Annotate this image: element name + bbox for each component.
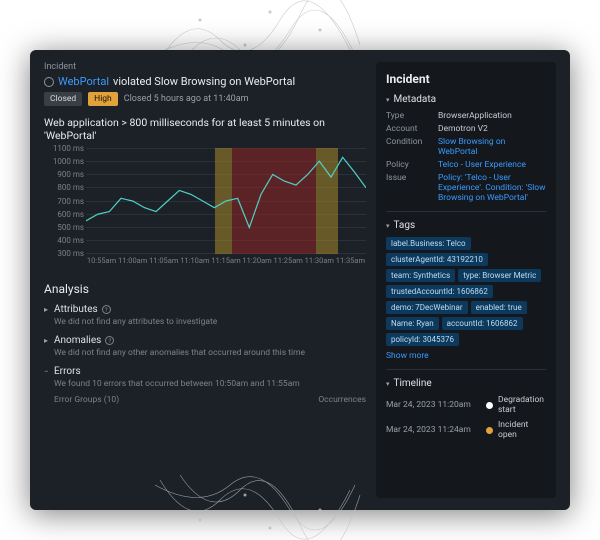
meta-key: Type [386, 111, 438, 121]
tag[interactable]: trustedAccountId: 1606862 [386, 285, 493, 298]
tag[interactable]: team: Synthetics [386, 269, 455, 282]
entity-link[interactable]: WebPortal [58, 75, 109, 88]
y-tick: 700 ms [44, 197, 84, 206]
timeline-label: Incident open [498, 420, 546, 440]
y-axis-ticks: 1100 ms 1000 ms 900 ms 800 ms 700 ms 600 ms 50… [44, 144, 84, 258]
attributes-label: Attributes [54, 304, 98, 315]
anomalies-label: Anomalies [54, 335, 101, 346]
chart-line [86, 148, 366, 254]
chevron-right-icon: ▸ [44, 336, 50, 345]
tag[interactable]: policyId: 3045376 [386, 333, 459, 346]
metadata-heading: Metadata [394, 94, 437, 105]
meta-key: Issue [386, 173, 438, 203]
meta-value: BrowserApplication [438, 111, 512, 121]
left-column: Incident WebPortal violated Slow Browsin… [44, 62, 366, 498]
help-icon[interactable]: ? [102, 305, 111, 314]
response-time-chart[interactable]: 1100 ms1000 ms900 ms800 ms700 ms600 ms50… [44, 148, 366, 268]
x-tick: 11:20am [242, 256, 273, 268]
x-tick: 11:05am [148, 256, 179, 268]
timeline-heading: Timeline [394, 378, 432, 389]
timeline-dot-icon [486, 427, 493, 434]
closed-time-text: Closed 5 hours ago at 11:40am [124, 94, 249, 104]
error-groups-col: Error Groups (10) [54, 395, 318, 405]
minus-icon: − [44, 367, 50, 376]
tag[interactable]: Name: Ryan [386, 317, 439, 330]
y-tick: 600 ms [44, 210, 84, 219]
chart-title: Web application > 800 milliseconds for a… [44, 116, 366, 142]
tags-list: label.Business: Telco clusterAgentId: 431… [386, 237, 546, 346]
timeline-list: Mar 24, 2023 11:20amDegradation startMar… [386, 395, 546, 440]
y-tick: 500 ms [44, 223, 84, 232]
y-tick: 1100 ms [44, 144, 84, 153]
errors-section: − Errors We found 10 errors that occurre… [44, 366, 366, 405]
timeline-time: Mar 24, 2023 11:24am [386, 425, 481, 435]
tag[interactable]: accountId: 1606862 [442, 317, 523, 330]
tag[interactable]: clusterAgentId: 43192210 [386, 253, 488, 266]
tags-toggle[interactable]: ▾ Tags [386, 220, 546, 231]
attributes-subtext: We did not find any attributes to invest… [54, 317, 366, 327]
meta-key: Account [386, 124, 438, 134]
incident-title: WebPortal violated Slow Browsing on WebP… [44, 75, 366, 88]
tag[interactable]: enabled: true [471, 301, 527, 314]
chevron-down-icon: ▾ [386, 222, 390, 230]
anomalies-toggle[interactable]: ▸ Anomalies ? [44, 335, 366, 346]
timeline-label: Degradation start [498, 395, 546, 415]
x-tick: 11:15am [210, 256, 241, 268]
meta-key: Condition [386, 137, 438, 157]
errors-toggle[interactable]: − Errors [44, 366, 366, 377]
x-axis-ticks: 10:55am11:00am11:05am11:10am11:15am11:20… [86, 256, 366, 268]
meta-key: Policy [386, 160, 438, 170]
tag[interactable]: demo: 7DecWebinar [386, 301, 468, 314]
tag[interactable]: type: Browser Metric [458, 269, 541, 282]
errors-subtext: We found 10 errors that occurred between… [54, 379, 366, 389]
x-tick: 11:10am [179, 256, 210, 268]
timeline-time: Mar 24, 2023 11:20am [386, 400, 481, 410]
incident-sidebar-heading: Incident [386, 72, 546, 86]
y-tick: 900 ms [44, 170, 84, 179]
errors-label: Errors [54, 366, 81, 377]
x-tick: 11:30am [304, 256, 335, 268]
y-tick: 800 ms [44, 183, 84, 192]
status-badge-closed: Closed [44, 92, 82, 106]
y-tick: 300 ms [44, 249, 84, 258]
tags-heading: Tags [394, 220, 416, 231]
anomalies-subtext: We did not find any other anomalies that… [54, 348, 366, 358]
attributes-toggle[interactable]: ▸ Attributes ? [44, 304, 366, 315]
priority-badge-high: High [88, 92, 118, 106]
help-icon[interactable]: ? [105, 336, 114, 345]
y-tick: 400 ms [44, 236, 84, 245]
x-tick: 11:35am [335, 256, 366, 268]
timeline-row: Mar 24, 2023 11:20am Degradation start [386, 395, 546, 415]
globe-icon [44, 77, 54, 87]
occurrences-col: Occurrences [318, 395, 366, 405]
divider [386, 211, 546, 212]
issue-link[interactable]: Policy: 'Telco - User Experience'. Condi… [438, 173, 546, 203]
attributes-section: ▸ Attributes ? We did not find any attri… [44, 304, 366, 327]
analysis-heading: Analysis [44, 282, 366, 296]
timeline-toggle[interactable]: ▾ Timeline [386, 378, 546, 389]
show-more-link[interactable]: Show more [386, 351, 546, 361]
chevron-right-icon: ▸ [44, 305, 50, 314]
meta-value: Demotron V2 [438, 124, 488, 134]
divider [386, 369, 546, 370]
tag[interactable]: label.Business: Telco [386, 237, 471, 250]
right-sidebar: Incident ▾ Metadata TypeBrowserApplicati… [376, 62, 556, 498]
incident-panel: Incident WebPortal violated Slow Browsin… [30, 50, 570, 510]
timeline-row: Mar 24, 2023 11:24am Incident open [386, 420, 546, 440]
x-tick: 10:55am [86, 256, 117, 268]
errors-table-header: Error Groups (10) Occurrences [54, 395, 366, 405]
x-tick: 11:25am [273, 256, 304, 268]
condition-link[interactable]: Slow Browsing on WebPortal [438, 137, 546, 157]
breadcrumb: Incident [44, 62, 366, 72]
incident-title-text: violated Slow Browsing on WebPortal [113, 75, 295, 88]
y-tick: 1000 ms [44, 157, 84, 166]
policy-link[interactable]: Telco - User Experience [438, 160, 526, 170]
timeline-dot-icon [486, 402, 493, 409]
status-row: Closed High Closed 5 hours ago at 11:40a… [44, 92, 366, 106]
x-tick: 11:00am [117, 256, 148, 268]
chevron-down-icon: ▾ [386, 380, 390, 388]
anomalies-section: ▸ Anomalies ? We did not find any other … [44, 335, 366, 358]
chevron-down-icon: ▾ [386, 96, 390, 104]
metadata-toggle[interactable]: ▾ Metadata [386, 94, 546, 105]
